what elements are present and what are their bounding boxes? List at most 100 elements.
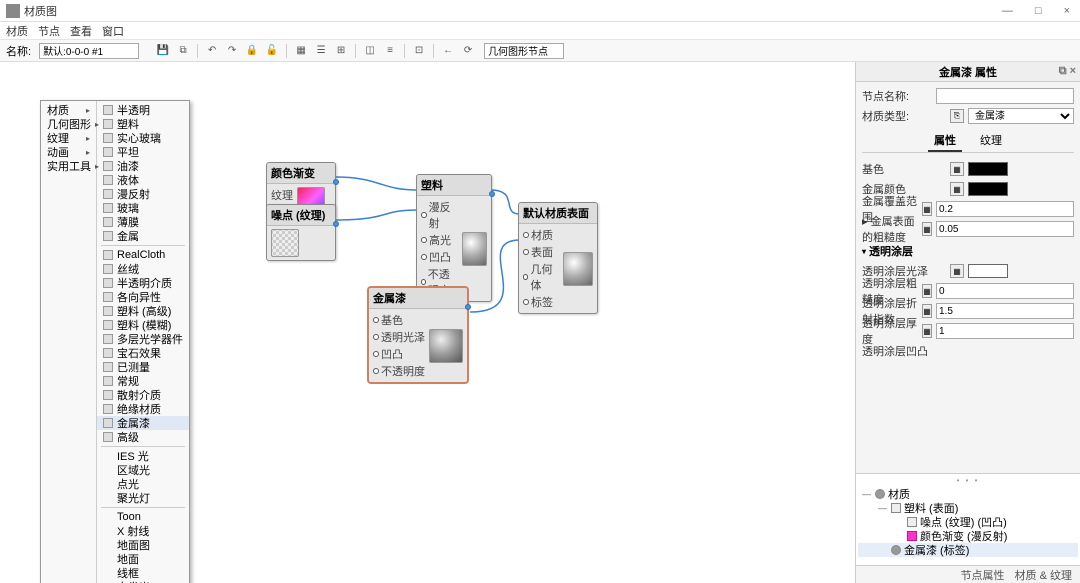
node-input-row[interactable]: 几何体 [523,261,559,293]
tree-item[interactable]: 颜色渐变 (漫反射) [858,529,1078,543]
unlock-icon[interactable]: 🔓 [264,43,280,59]
context-menu-item[interactable]: 半透明 [97,103,189,117]
context-menu-item[interactable]: 塑料 [97,117,189,131]
name-input[interactable] [39,43,139,59]
node-input-row[interactable]: 凹凸 [373,346,425,362]
context-menu-item[interactable]: 多层光学器件 [97,332,189,346]
save-icon[interactable]: 💾 [155,43,171,59]
node-input-row[interactable]: 标签 [523,294,559,310]
context-menu-item[interactable]: 平坦 [97,145,189,159]
texture-link-icon[interactable]: ▦ [950,182,964,196]
material-type-select[interactable]: 金属漆 [968,108,1074,124]
prev-icon[interactable]: ← [440,43,456,59]
context-menu-item[interactable]: 塑料 (高级) [97,304,189,318]
panel-popout-icon[interactable]: ⧉ [1059,65,1067,78]
tree-item[interactable]: —材质 [858,487,1078,501]
context-menu-item[interactable]: 绝缘材质 [97,402,189,416]
menu-view[interactable]: 查看 [70,23,92,39]
drag-handle[interactable]: • • • [858,476,1078,485]
menu-node[interactable]: 节点 [38,23,60,39]
menu-window[interactable]: 窗口 [102,23,124,39]
texture-link-icon[interactable]: ▦ [922,284,932,298]
section-clearcoat[interactable]: ▾ 透明涂层 [862,243,1074,259]
output-port[interactable] [489,191,495,197]
color-swatch[interactable] [968,264,1008,278]
number-input[interactable] [936,283,1074,299]
node-canvas[interactable]: 材质▸几何图形▸纹理▸动画▸实用工具▸ 半透明塑料实心玻璃平坦油漆液体漫反射玻璃… [0,62,855,583]
context-menu-item[interactable]: X 射线 [97,524,189,538]
context-menu-category[interactable]: 动画▸ [41,145,96,159]
context-menu-item[interactable]: 丝绒 [97,262,189,276]
node-input-row[interactable]: 表面 [523,244,559,260]
number-input[interactable] [936,323,1074,339]
color-swatch[interactable] [968,162,1008,176]
context-menu-item[interactable]: 液体 [97,173,189,187]
tab-attributes[interactable]: 属性 [928,130,962,152]
context-menu-category[interactable]: 几何图形▸ [41,117,96,131]
undo-icon[interactable]: ↶ [204,43,220,59]
number-input[interactable] [936,221,1074,237]
color-swatch[interactable] [968,182,1008,196]
texture-link-icon[interactable]: ▦ [922,202,932,216]
texture-link-icon[interactable]: ▦ [950,264,964,278]
context-menu-item[interactable]: 薄膜 [97,215,189,229]
context-menu-item[interactable]: 实心玻璃 [97,131,189,145]
close-button[interactable]: × [1060,5,1074,17]
context-menu-item[interactable]: 区域光 [97,463,189,477]
texture-link-icon[interactable]: ▦ [922,304,932,318]
tree-item[interactable]: —塑料 (表面) [858,501,1078,515]
number-input[interactable] [936,303,1074,319]
tree-item[interactable]: 噪点 (纹理) (凹凸) [858,515,1078,529]
context-menu-item[interactable]: 金属漆 [97,416,189,430]
context-menu-item[interactable]: IES 光 [97,449,189,463]
context-menu-item[interactable]: 塑料 (模糊) [97,318,189,332]
minimize-button[interactable]: — [998,5,1017,17]
context-menu-item[interactable]: 常规 [97,374,189,388]
context-menu-item[interactable]: 金属 [97,229,189,243]
output-port[interactable] [333,179,339,185]
geom-node-input[interactable] [484,43,564,59]
link-icon[interactable]: ⎘ [950,109,964,123]
number-input[interactable] [936,201,1074,217]
node-input-row[interactable]: 基色 [373,312,425,328]
tab-node-props[interactable]: 节点属性 [961,567,1005,583]
menu-material[interactable]: 材质 [6,23,28,39]
tab-textures[interactable]: 纹理 [974,130,1008,152]
node-input-row[interactable]: 透明光泽 [373,329,425,345]
maximize-button[interactable]: □ [1031,5,1046,17]
context-menu-item[interactable]: RealCloth [97,248,189,262]
tree-item[interactable]: 金属漆 (标签) [858,543,1078,557]
context-menu-item[interactable]: 聚光灯 [97,491,189,505]
context-menu-item[interactable]: Toon [97,510,189,524]
panel-close-icon[interactable]: × [1070,65,1076,78]
texture-link-icon[interactable]: ▦ [922,324,932,338]
context-menu-item[interactable]: 散射介质 [97,388,189,402]
context-menu-category[interactable]: 实用工具▸ [41,159,96,173]
node-input-row[interactable]: 漫反射 [421,199,458,231]
tree-icon[interactable]: ⊞ [333,43,349,59]
align-icon[interactable]: ≡ [382,43,398,59]
context-menu-item[interactable]: 已测量 [97,360,189,374]
context-menu-item[interactable]: 漫反射 [97,187,189,201]
node-metal-paint[interactable]: 金属漆 基色透明光泽凹凸不透明度 [368,287,468,383]
list-icon[interactable]: ☰ [313,43,329,59]
redo-icon[interactable]: ↷ [224,43,240,59]
node-noise[interactable]: 噪点 (纹理) [266,204,336,261]
context-menu-item[interactable]: 油漆 [97,159,189,173]
refresh-icon[interactable]: ⟳ [460,43,476,59]
node-input-row[interactable]: 材质 [523,227,559,243]
context-menu-item[interactable]: 宝石效果 [97,346,189,360]
grid-icon[interactable]: ▦ [293,43,309,59]
copy-icon[interactable]: ⧉ [175,43,191,59]
context-menu-item[interactable]: 线框 [97,566,189,580]
context-menu-item[interactable]: 高级 [97,430,189,444]
texture-link-icon[interactable]: ▦ [950,162,964,176]
context-menu-item[interactable]: 地面 [97,552,189,566]
node-name-input[interactable] [936,88,1074,104]
context-menu-item[interactable]: 地面图 [97,538,189,552]
context-menu-item[interactable]: 半透明介质 [97,276,189,290]
node-input-row[interactable]: 高光 [421,232,458,248]
layout-icon[interactable]: ◫ [362,43,378,59]
output-port[interactable] [465,304,471,310]
context-menu-category[interactable]: 材质▸ [41,103,96,117]
